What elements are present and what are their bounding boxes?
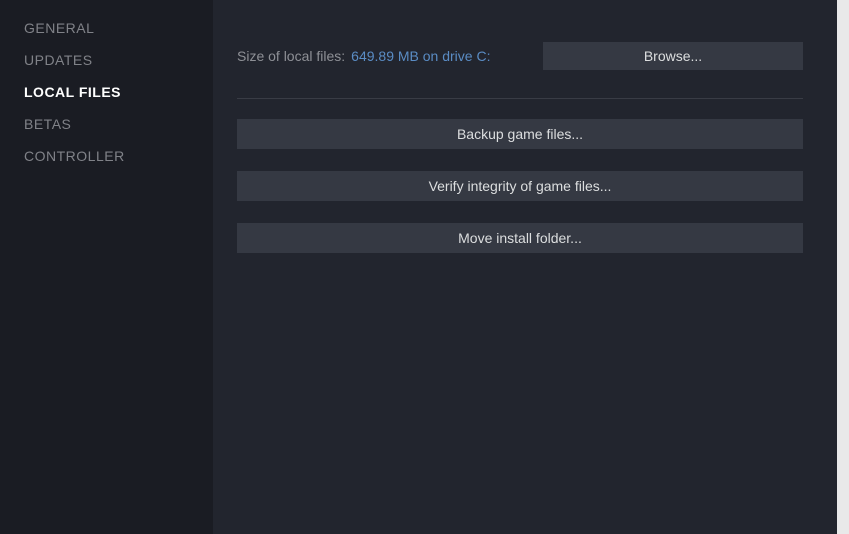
backup-game-files-button[interactable]: Backup game files...: [237, 119, 803, 149]
size-label: Size of local files:: [237, 48, 345, 64]
size-value: 649.89 MB on drive C:: [351, 48, 537, 64]
move-install-folder-button[interactable]: Move install folder...: [237, 223, 803, 253]
size-row: Size of local files: 649.89 MB on drive …: [237, 42, 803, 70]
divider: [237, 98, 803, 99]
main-panel: Size of local files: 649.89 MB on drive …: [213, 0, 837, 534]
browse-button[interactable]: Browse...: [543, 42, 803, 70]
sidebar-item-updates[interactable]: UPDATES: [24, 44, 213, 76]
sidebar-item-local-files[interactable]: LOCAL FILES: [24, 76, 213, 108]
verify-integrity-button[interactable]: Verify integrity of game files...: [237, 171, 803, 201]
sidebar-item-general[interactable]: GENERAL: [24, 12, 213, 44]
right-edge: [837, 0, 849, 534]
sidebar-item-controller[interactable]: CONTROLLER: [24, 140, 213, 172]
sidebar: GENERAL UPDATES LOCAL FILES BETAS CONTRO…: [0, 0, 213, 534]
sidebar-item-betas[interactable]: BETAS: [24, 108, 213, 140]
